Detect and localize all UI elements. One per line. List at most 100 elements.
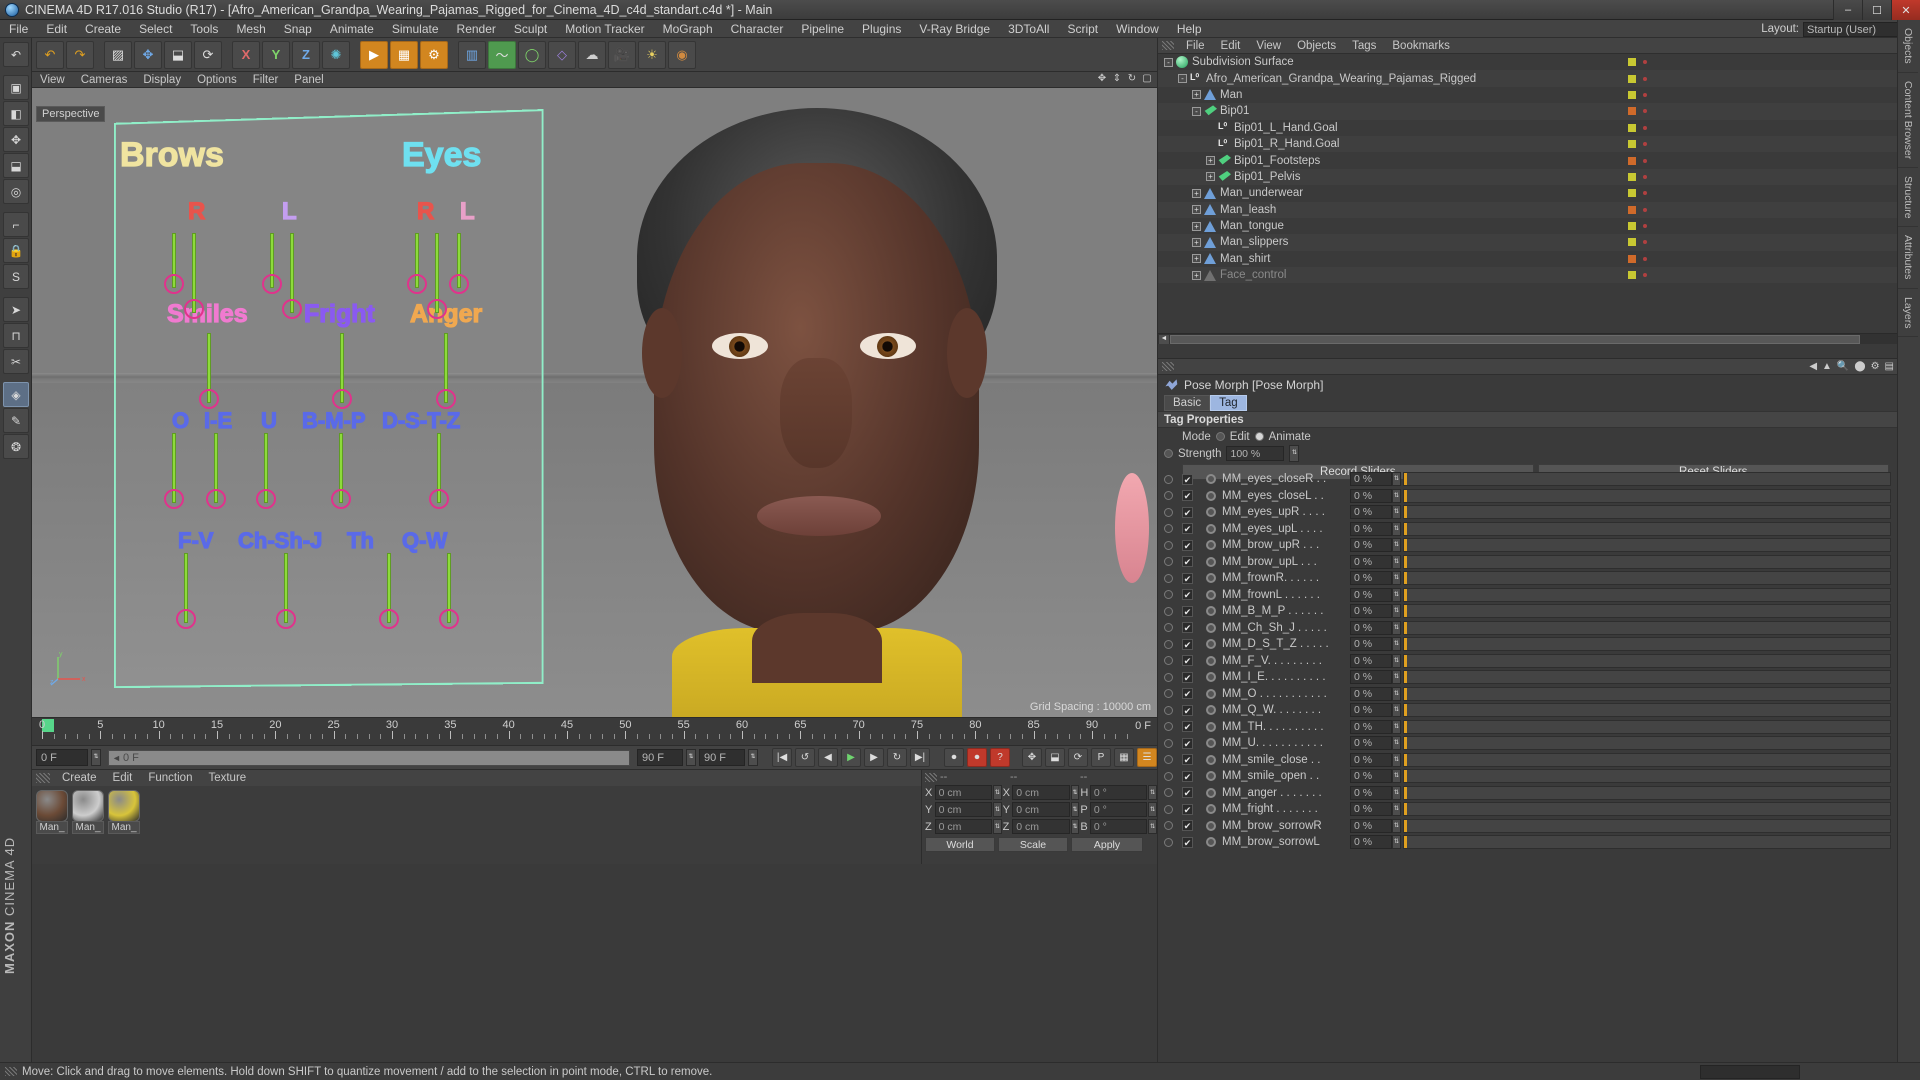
object-menu-file[interactable]: File [1178,38,1213,54]
object-row[interactable]: L⁰ Bip01_R_Hand.Goal [1158,135,1897,153]
morph-slider[interactable] [1403,505,1891,520]
x-axis-lock-icon[interactable]: X [232,40,260,69]
enable-dot[interactable] [1643,256,1647,261]
morph-enable-checkbox[interactable]: ✔ [1182,737,1193,749]
morph-value-spinner[interactable]: ⇅ [1392,703,1401,718]
rig-slider-handle-10[interactable] [164,489,184,509]
morph-slider[interactable] [1403,538,1891,553]
visibility-dot[interactable] [1628,205,1636,214]
arrow-tool-icon[interactable]: ➤ [3,297,29,322]
morph-slider-row[interactable]: ✔ MM_eyes_upR . . . . 0 % ⇅ [1158,504,1897,521]
morph-select-radio[interactable] [1206,688,1216,699]
morph-value-field[interactable]: 0 % [1350,670,1392,685]
morph-slider-knob[interactable] [1404,770,1407,783]
viewport-menu-display[interactable]: Display [135,72,189,88]
search-icon[interactable]: 🔍 [1837,361,1849,372]
goto-end-button-icon[interactable]: ▶| [910,748,930,767]
morph-select-radio[interactable] [1206,804,1216,815]
goto-start-button-icon[interactable]: |◀ [772,748,792,767]
menu-item-plugins[interactable]: Plugins [853,20,910,38]
object-menu-bookmarks[interactable]: Bookmarks [1384,38,1458,54]
scrollbar-thumb[interactable] [1170,335,1860,344]
morph-select-radio[interactable] [1206,639,1216,650]
rig-slider-handle-17[interactable] [379,609,399,629]
menu-item-3dtoall[interactable]: 3DToAll [999,20,1058,38]
morph-select-radio[interactable] [1206,507,1216,518]
coordinate-space-select[interactable]: World [925,837,995,852]
morph-slider-knob[interactable] [1404,473,1407,486]
lock-icon[interactable]: ⬤ [1854,361,1865,372]
strength-track-radio[interactable] [1164,449,1173,458]
morph-value-spinner[interactable]: ⇅ [1392,620,1401,635]
menu-item-mesh[interactable]: Mesh [227,20,274,38]
visibility-dot[interactable] [1628,140,1636,149]
morph-select-radio[interactable] [1206,837,1216,848]
morph-enable-checkbox[interactable]: ✔ [1182,836,1193,848]
morph-slider-knob[interactable] [1404,522,1407,535]
morph-value-field[interactable]: 0 % [1350,835,1392,850]
morph-slider-row[interactable]: ✔ MM_brow_sorrowL 0 % ⇅ [1158,834,1897,851]
menu-item-mograph[interactable]: MoGraph [654,20,722,38]
rig-slider-handle-9[interactable] [436,389,456,409]
tree-expander[interactable]: + [1192,270,1201,280]
morph-value-field[interactable]: 0 % [1350,785,1392,800]
morph-value-spinner[interactable]: ⇅ [1392,505,1401,520]
coordinate-value-field[interactable]: 0 cm [934,785,993,800]
tree-expander[interactable]: + [1192,205,1201,215]
rig-slider-handle-1[interactable] [184,299,204,319]
visibility-dot[interactable] [1628,189,1636,198]
scale-button-icon[interactable]: ⬓ [164,40,192,69]
morph-select-radio[interactable] [1206,490,1216,501]
morph-enable-checkbox[interactable]: ✔ [1182,655,1193,667]
morph-select-radio[interactable] [1206,738,1216,749]
key-rotation-button-icon[interactable]: ⟳ [1068,748,1088,767]
morph-slider-knob[interactable] [1404,605,1407,618]
record-keyframe-button-icon[interactable]: ? [990,748,1010,767]
mode-animate-radio[interactable] [1254,432,1264,441]
reverse-loop-button-icon[interactable]: ↻ [887,748,907,767]
morph-select-radio[interactable] [1206,474,1216,485]
menu-item-tools[interactable]: Tools [181,20,227,38]
morph-slider-knob[interactable] [1404,489,1407,502]
morph-value-spinner[interactable]: ⇅ [1392,670,1401,685]
current-frame-spinner[interactable]: ⇅ [91,749,101,766]
morph-track-circle-icon[interactable] [1164,738,1173,748]
morph-value-field[interactable]: 0 % [1350,719,1392,734]
morph-enable-checkbox[interactable]: ✔ [1182,688,1193,700]
morph-slider-knob[interactable] [1404,572,1407,585]
morph-value-field[interactable]: 0 % [1350,505,1392,520]
coordinate-spinner[interactable]: ⇅ [993,819,1002,834]
morph-select-radio[interactable] [1206,705,1216,716]
polygon-pen-icon[interactable]: ✎ [3,408,29,433]
brush-tool-icon[interactable]: ❂ [3,434,29,459]
morph-slider-row[interactable]: ✔ MM_fright . . . . . . . 0 % ⇅ [1158,801,1897,818]
object-row[interactable]: + Man_underwear [1158,185,1897,201]
add-light-icon[interactable]: ☀ [638,40,666,69]
key-scale-button-icon[interactable]: ⬓ [1045,748,1065,767]
morph-enable-checkbox[interactable]: ✔ [1182,605,1193,617]
rig-slider-handle-5[interactable] [427,299,447,319]
material-item[interactable]: Man_ [108,790,140,864]
morph-slider-knob[interactable] [1404,704,1407,717]
morph-slider[interactable] [1403,736,1891,751]
viewport-menu-cameras[interactable]: Cameras [73,72,136,88]
coordinate-value-field[interactable]: 0 cm [934,819,993,834]
edit-point-mode-icon[interactable]: ⌐ [3,212,29,237]
morph-track-circle-icon[interactable] [1164,639,1173,649]
material-item[interactable]: Man_ [36,790,68,864]
coordinate-spinner[interactable]: ⇅ [1070,819,1080,834]
morph-value-field[interactable]: 0 % [1350,752,1392,767]
object-row[interactable]: - Subdivision Surface [1158,54,1897,70]
scrub-left-icon[interactable]: ◄ [112,753,121,763]
morph-select-radio[interactable] [1206,540,1216,551]
morph-enable-checkbox[interactable]: ✔ [1182,787,1193,799]
visibility-dot[interactable] [1628,156,1636,165]
morph-value-field[interactable]: 0 % [1350,554,1392,569]
morph-track-circle-icon[interactable] [1164,573,1173,583]
scroll-left-icon[interactable]: ◄ [1159,335,1169,344]
end-frame-spinner[interactable]: ⇅ [686,749,696,766]
morph-enable-checkbox[interactable]: ✔ [1182,803,1193,815]
morph-track-circle-icon[interactable] [1164,656,1173,666]
end-frame-field[interactable]: 90 F [637,749,683,766]
morph-select-radio[interactable] [1206,820,1216,831]
